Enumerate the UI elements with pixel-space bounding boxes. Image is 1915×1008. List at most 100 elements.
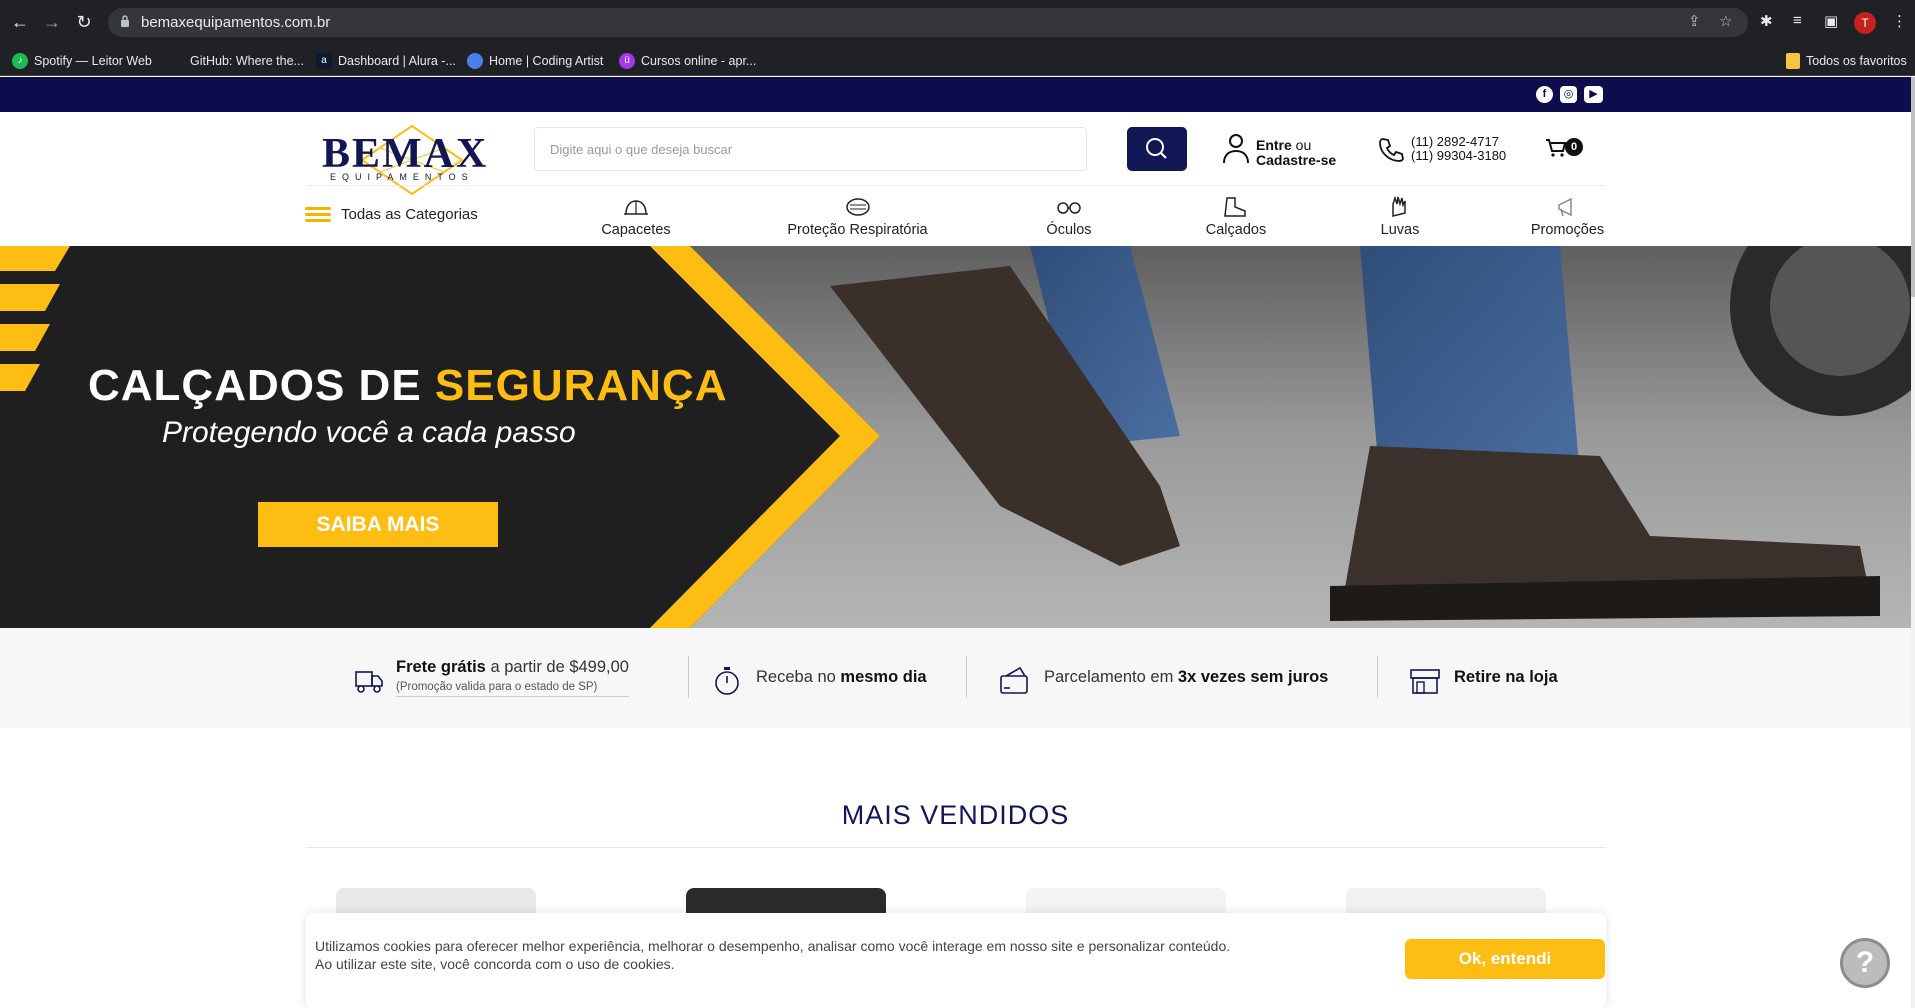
account-link[interactable]: Entre ou Cadastre-se (1222, 132, 1352, 172)
nav-capacetes[interactable]: Capacetes (596, 196, 676, 238)
saiba-mais-button[interactable]: SAIBA MAIS (258, 502, 498, 547)
free-shipping-rest: a partir de $499,00 (485, 658, 629, 676)
bookmark-item[interactable]: ♪ Spotify — Leitor Web (12, 51, 152, 71)
instagram-icon[interactable]: ◎ (1560, 86, 1577, 103)
alura-icon: a (316, 53, 332, 69)
banner-title: CALÇADOS DE SEGURANÇA (88, 361, 727, 411)
url-text: bemaxequipamentos.com.br (141, 14, 331, 31)
nav-calcados[interactable]: Calçados (1200, 196, 1272, 238)
facebook-icon[interactable]: f (1536, 86, 1553, 103)
cookie-text: Utilizamos cookies para oferecer melhor … (315, 937, 1275, 973)
bemax-logo[interactable]: BEMAX EQUIPAMENTOS (322, 124, 502, 196)
udemy-icon: ü (619, 53, 635, 69)
codingartist-icon (467, 53, 483, 69)
helmet-icon (624, 200, 648, 215)
separator (966, 656, 967, 698)
logo-word: BEMAX (322, 131, 489, 177)
reload-icon[interactable]: ↻ (74, 12, 94, 32)
same-day-text: Receba no mesmo dia (756, 668, 927, 687)
megaphone-icon (1557, 197, 1572, 217)
pickup-bold: Retire na loja (1454, 668, 1558, 686)
store-icon (1410, 669, 1440, 694)
bookmarks-bar: ♪ Spotify — Leitor Web GitHub: Where the.… (0, 45, 1915, 76)
account-or: ou (1291, 137, 1312, 153)
logo-subtitle: EQUIPAMENTOS (330, 172, 474, 182)
nav-oculos[interactable]: Óculos (1038, 196, 1100, 238)
phone-contact[interactable]: (11) 2892-4717 (11) 99304-3180 (1378, 134, 1528, 166)
sidepanel-icon[interactable]: ▣ (1824, 12, 1838, 30)
nav-protecao-respiratoria[interactable]: Proteção Respiratória (780, 196, 935, 238)
same-day-rest: Receba no (756, 668, 841, 686)
scrollbar-thumb[interactable] (1911, 77, 1915, 297)
cookie-line-2: Ao utilizar este site, você concorda com… (315, 956, 675, 972)
cart-count-badge: 0 (1565, 138, 1583, 156)
benefit-free-shipping: Frete grátis a partir de $499,00 (Promoç… (350, 658, 629, 708)
same-day-bold: mesmo dia (840, 668, 927, 686)
hero-banner[interactable]: CALÇADOS DE SEGURANÇA Protegendo você a … (0, 246, 1911, 628)
github-icon (168, 53, 184, 69)
bookmark-label: Spotify — Leitor Web (34, 54, 152, 68)
folder-icon (1786, 53, 1800, 69)
bookmark-item[interactable]: ü Cursos online - apr... (619, 51, 756, 71)
bookmark-label: Dashboard | Alura -... (338, 54, 456, 68)
bookmark-item[interactable]: GitHub: Where the... (168, 51, 304, 71)
nav-label: Promoções (1530, 222, 1605, 238)
bookmark-item[interactable]: Home | Coding Artist (467, 51, 603, 71)
nav-label: Luvas (1380, 222, 1420, 238)
share-icon[interactable]: ⇪ (1688, 12, 1701, 30)
media-icon[interactable]: ≡ (1793, 12, 1802, 29)
banner-title-part1: CALÇADOS DE (88, 361, 435, 410)
nav-label: Proteção Respiratória (787, 222, 928, 238)
top-strip: f ◎ ▶ (0, 77, 1911, 112)
back-arrow-icon[interactable]: ← (10, 12, 30, 32)
glasses-icon (1057, 202, 1081, 214)
benefit-installments: Parcelamento em 3x vezes sem juros (998, 658, 1328, 708)
site-header: BEMAX EQUIPAMENTOS Digite aqui o que des… (0, 112, 1911, 246)
lock-icon (121, 15, 129, 27)
bookmark-item[interactable]: a Dashboard | Alura -... (316, 51, 456, 71)
installments-rest: Parcelamento em (1044, 668, 1178, 686)
free-shipping-note: (Promoção valida para o estado de SP) (396, 681, 629, 697)
forward-arrow-icon[interactable]: → (42, 12, 62, 32)
all-favorites-label: Todos os favoritos (1806, 54, 1907, 68)
installments-bold: 3x vezes sem juros (1177, 668, 1329, 686)
search-button[interactable] (1127, 127, 1187, 171)
search-input[interactable]: Digite aqui o que deseja buscar (534, 127, 1087, 171)
phone-number-1: (11) 2892-4717 (1411, 134, 1499, 149)
pickup-text: Retire na loja (1454, 668, 1558, 687)
cookie-banner: Utilizamos cookies para oferecer melhor … (306, 913, 1606, 1008)
cart-button[interactable]: 0 (1545, 134, 1587, 162)
all-categories-menu[interactable]: Todas as Categorias (305, 206, 478, 223)
banner-subtitle: Protegendo você a cada passo (162, 416, 576, 449)
benefit-pickup: Retire na loja (1408, 658, 1558, 708)
free-shipping-bold: Frete grátis (396, 658, 486, 676)
spotify-icon: ♪ (12, 53, 28, 69)
nav-label: Óculos (1046, 222, 1092, 238)
cookie-line-1: Utilizamos cookies para oferecer melhor … (315, 938, 1231, 954)
truck-icon (355, 671, 383, 693)
all-categories-label: Todas as Categorias (341, 206, 478, 223)
stopwatch-icon (715, 667, 739, 695)
profile-avatar[interactable]: T (1854, 12, 1876, 34)
star-icon[interactable]: ☆ (1719, 12, 1732, 30)
menu-kebab-icon[interactable]: ⋮ (1892, 12, 1907, 30)
browser-toolbar: ← → ↻ bemaxequipamentos.com.br ⇪ ☆ ✱ ≡ ▣… (0, 0, 1915, 45)
bookmark-label: GitHub: Where the... (190, 54, 304, 68)
benefit-same-day: Receba no mesmo dia (710, 658, 927, 708)
cart-icon (1546, 139, 1567, 157)
youtube-icon[interactable]: ▶ (1584, 86, 1603, 103)
nav-luvas[interactable]: Luvas (1370, 196, 1430, 238)
help-button[interactable]: ? (1840, 938, 1890, 988)
header-divider (306, 185, 1606, 186)
cookie-accept-button[interactable]: Ok, entendi (1405, 939, 1605, 979)
all-favorites[interactable]: Todos os favoritos (1786, 51, 1907, 71)
address-bar[interactable]: bemaxequipamentos.com.br (108, 8, 1748, 37)
nav-label: Capacetes (601, 222, 671, 238)
extensions-icon[interactable]: ✱ (1760, 12, 1773, 30)
installments-text: Parcelamento em 3x vezes sem juros (1044, 668, 1328, 687)
nav-promocoes[interactable]: Promoções (1525, 196, 1610, 238)
bookmark-label: Home | Coding Artist (489, 54, 604, 68)
hamburger-icon (305, 206, 331, 223)
phone-icon (1379, 138, 1404, 162)
nav-label: Calçados (1205, 222, 1267, 238)
